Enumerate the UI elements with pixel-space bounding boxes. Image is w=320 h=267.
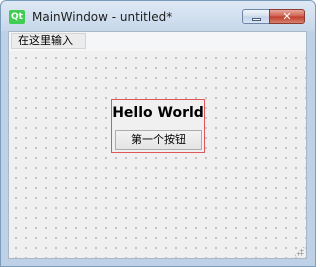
minimize-button[interactable] [242, 9, 270, 24]
minimize-icon [252, 18, 261, 21]
menu-type-here-input[interactable]: 在这里输入 [11, 33, 86, 49]
close-icon: ✕ [282, 10, 292, 23]
design-canvas[interactable]: Hello World 第一个按钮 [9, 51, 306, 258]
menu-bar: 在这里输入 [9, 32, 306, 52]
client-area: 在这里输入 Hello World 第一个按钮 [8, 31, 307, 259]
window-title: MainWindow - untitled* [32, 10, 173, 24]
first-push-button[interactable]: 第一个按钮 [115, 130, 202, 150]
size-grip-icon[interactable] [294, 246, 304, 256]
selected-widget-group[interactable]: Hello World 第一个按钮 [111, 99, 205, 153]
qt-logo-icon: Qt [9, 10, 25, 24]
close-button[interactable]: ✕ [269, 9, 305, 24]
title-bar[interactable]: Qt MainWindow - untitled* ✕ [1, 1, 315, 31]
hello-world-label[interactable]: Hello World [112, 105, 204, 122]
main-window: Qt MainWindow - untitled* ✕ 在这里输入 Hello … [0, 0, 316, 267]
